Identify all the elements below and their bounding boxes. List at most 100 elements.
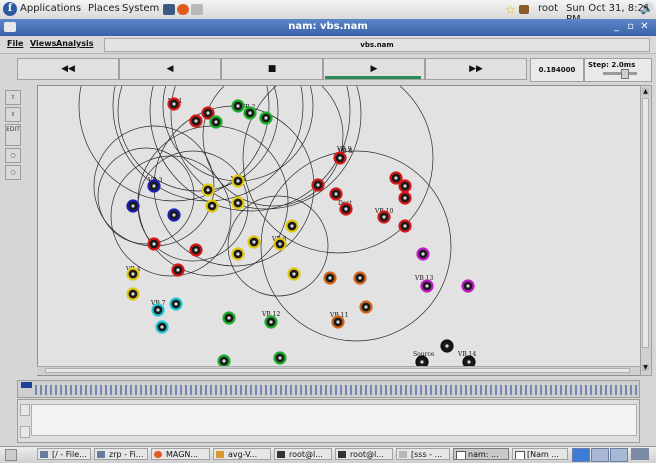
- volume-icon[interactable]: 🔊: [640, 2, 654, 15]
- mobile-node-center: [292, 272, 296, 276]
- mobile-node-center: [394, 176, 398, 180]
- mail-launcher-icon[interactable]: [191, 4, 203, 15]
- mobile-node-center: [194, 119, 198, 123]
- mobile-node-center: [131, 292, 135, 296]
- edit-tool-button[interactable]: EDIT: [5, 124, 21, 146]
- time-ticks-svg: [35, 385, 637, 395]
- file-menu[interactable]: File: [7, 39, 23, 48]
- step-back-button[interactable]: ◀: [119, 58, 221, 80]
- mobile-node-center: [403, 184, 407, 188]
- mobile-node-center: [176, 268, 180, 272]
- topology-svg[interactable]: VB 1 VB 2 VB 3 VB 4 VB 5 VB 6 VB 7 VB 8 …: [38, 86, 641, 367]
- views-menu[interactable]: Views: [30, 39, 56, 48]
- workspace-2[interactable]: [591, 448, 609, 462]
- vertical-scroll-thumb[interactable]: [642, 98, 649, 348]
- step-slider-track[interactable]: [603, 72, 637, 75]
- stop-button[interactable]: ■: [221, 58, 323, 80]
- time-slider-handle[interactable]: [21, 382, 32, 388]
- node-labels: VB 1 VB 2 VB 3 VB 4 VB 5 VB 6 VB 7 VB 8 …: [125, 98, 476, 358]
- scroll-down-arrow-icon[interactable]: ▼: [642, 364, 649, 371]
- mobile-node-center: [328, 276, 332, 280]
- panel-scroll-up-icon[interactable]: [20, 404, 30, 416]
- mobile-node-center: [364, 305, 368, 309]
- horizontal-scroll-thumb[interactable]: [45, 368, 630, 373]
- zoom-in-icon[interactable]: ○: [5, 148, 21, 163]
- minimize-button[interactable]: _: [610, 21, 623, 33]
- mobile-node-center: [425, 284, 429, 288]
- mobile-node-center: [338, 156, 342, 160]
- time-slider[interactable]: [17, 380, 640, 398]
- play-active-indicator: [325, 76, 421, 79]
- terminal-icon: [338, 451, 346, 458]
- mobile-node-center: [236, 252, 240, 256]
- trash-icon[interactable]: [631, 448, 649, 460]
- mobile-node-center: [248, 111, 252, 115]
- mobile-node-center: [152, 242, 156, 246]
- annotation-text-area[interactable]: [31, 404, 637, 436]
- updates-star-icon[interactable]: ☆: [505, 3, 516, 17]
- window-icon: [515, 451, 525, 459]
- analysis-menu[interactable]: Analysis: [56, 39, 94, 48]
- firefox-icon: [154, 451, 162, 458]
- vertical-scrollbar[interactable]: ▲ ▼: [640, 85, 652, 376]
- terminal-launcher-icon[interactable]: [163, 4, 175, 15]
- firefox-launcher-icon[interactable]: [177, 4, 189, 15]
- mobile-node-center: [160, 325, 164, 329]
- applications-menu[interactable]: Applications: [20, 3, 81, 14]
- task-terminal-1[interactable]: root@l...: [274, 448, 332, 460]
- mobile-node-center: [174, 302, 178, 306]
- mobile-node-center: [344, 207, 348, 211]
- select-tool-icon[interactable]: ⇧: [5, 90, 21, 105]
- zoom-out-icon[interactable]: ○: [5, 165, 21, 180]
- user-name[interactable]: root: [538, 3, 558, 14]
- notification-icon[interactable]: [519, 5, 529, 14]
- mobile-node-center: [403, 224, 407, 228]
- workspace-3[interactable]: [610, 448, 628, 462]
- editor-icon: [216, 451, 224, 458]
- mobile-node-center: [420, 360, 424, 364]
- scroll-up-arrow-icon[interactable]: ▲: [642, 88, 649, 95]
- mobile-node-center: [210, 204, 214, 208]
- places-menu[interactable]: Places: [88, 3, 120, 14]
- mobile-node-center: [236, 179, 240, 183]
- rewind-button[interactable]: ◀◀: [17, 58, 119, 80]
- task-terminal-2[interactable]: root@l...: [335, 448, 393, 460]
- task-avg-v[interactable]: avg-V...: [213, 448, 271, 460]
- window-icon: [456, 451, 466, 459]
- mobile-node-center: [156, 308, 160, 312]
- task-zrp-file[interactable]: zrp - Fi...: [94, 448, 148, 460]
- network-canvas[interactable]: VB 1 VB 2 VB 3 VB 4 VB 5 VB 6 VB 7 VB 8 …: [37, 85, 642, 376]
- mobile-node-center: [358, 276, 362, 280]
- panel-scroll-down-icon[interactable]: [20, 426, 30, 438]
- window-title: nam: vbs.nam: [288, 21, 368, 32]
- step-slider-handle[interactable]: [621, 69, 629, 79]
- mobile-node-center: [269, 320, 273, 324]
- show-desktop-icon[interactable]: [5, 449, 17, 461]
- trace-file-name: vbs.nam: [104, 38, 650, 52]
- workspace-1[interactable]: [572, 448, 590, 462]
- fedora-logo-icon[interactable]: f: [3, 2, 17, 16]
- zoom-tool-icon[interactable]: ⇳: [5, 107, 21, 122]
- task-magnet-browser[interactable]: MAGN...: [151, 448, 210, 460]
- task-sss[interactable]: [sss - ...: [396, 448, 450, 460]
- task-file-manager[interactable]: [/ - File...: [37, 448, 91, 460]
- system-menu[interactable]: System: [122, 3, 159, 14]
- horizontal-scrollbar[interactable]: [37, 366, 640, 375]
- mobile-node-center: [172, 213, 176, 217]
- mobile-node-center: [445, 344, 449, 348]
- step-control[interactable]: Step: 2.0ms: [584, 58, 652, 82]
- maximize-button[interactable]: ▫: [624, 21, 637, 33]
- mobile-node-center: [206, 188, 210, 192]
- mobile-node-center: [227, 316, 231, 320]
- mobile-node-center: [252, 240, 256, 244]
- mobile-node-center: [382, 215, 386, 219]
- window-title-bar[interactable]: nam: vbs.nam _ ▫ ✕: [0, 19, 656, 36]
- task-nam-active[interactable]: nam: ...: [453, 448, 509, 460]
- mobile-node-center: [403, 196, 407, 200]
- task-nam-console[interactable]: [Nam ...: [512, 448, 568, 460]
- mobile-node-center: [131, 204, 135, 208]
- close-button[interactable]: ✕: [638, 21, 651, 33]
- mobile-node-center: [264, 116, 268, 120]
- fast-forward-button[interactable]: ▶▶: [425, 58, 527, 80]
- nodes[interactable]: [126, 97, 476, 368]
